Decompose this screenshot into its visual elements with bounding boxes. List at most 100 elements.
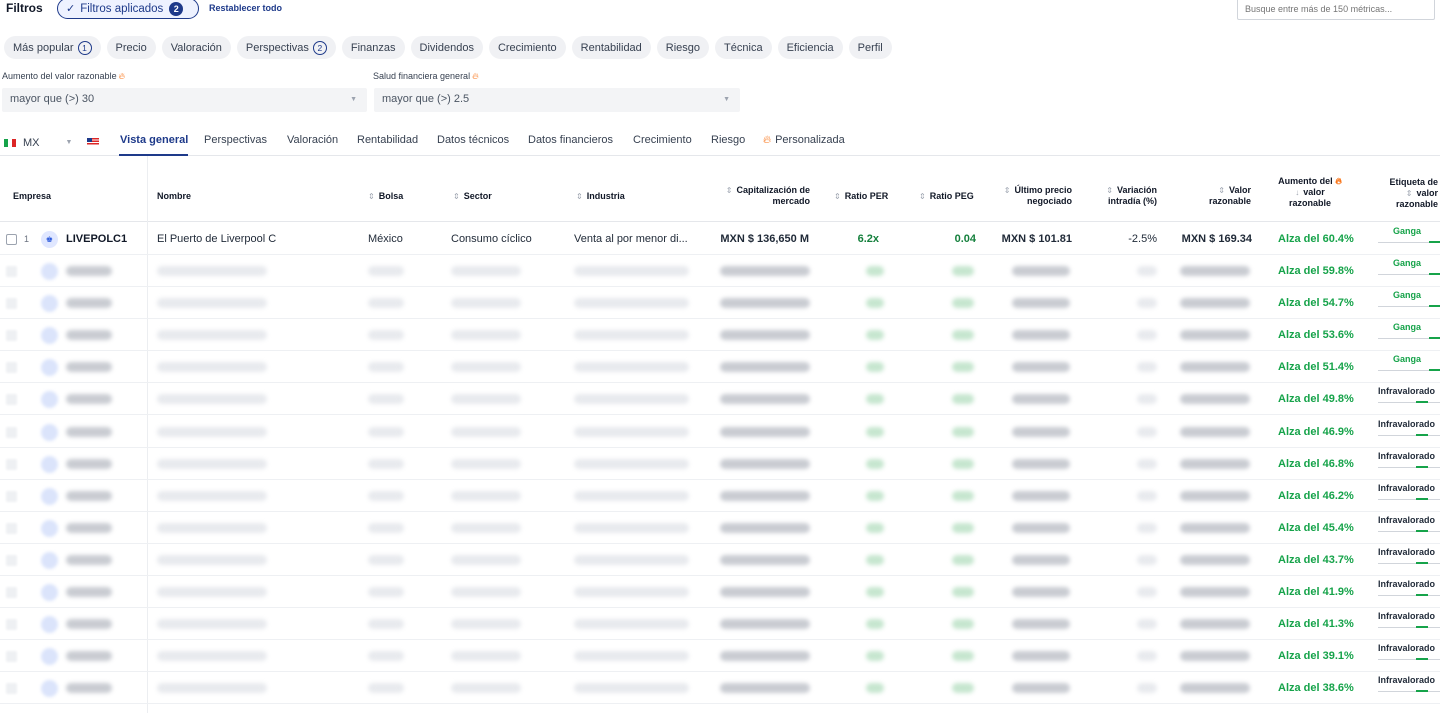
fair-value-upside-select[interactable]: mayor que (>) 30 ▼ bbox=[2, 88, 367, 112]
col-etiqueta-valor[interactable]: Etiqueta de ⇕ valor razonable bbox=[1372, 177, 1438, 210]
col-empresa[interactable]: Empresa bbox=[13, 191, 51, 202]
row-checkbox[interactable] bbox=[6, 298, 17, 310]
blurred-cell bbox=[720, 554, 810, 565]
row-checkbox[interactable] bbox=[6, 619, 17, 631]
blurred-cell bbox=[720, 394, 810, 405]
applied-filters-button[interactable]: ✓ Filtros aplicados 2 bbox=[57, 0, 199, 19]
blurred-cell bbox=[368, 330, 404, 341]
row-checkbox[interactable] bbox=[6, 362, 17, 374]
sort-icon: ⇕ bbox=[1405, 189, 1413, 198]
fair-value-meter bbox=[1378, 465, 1440, 468]
blurred-cell bbox=[1180, 298, 1250, 309]
col-bolsa[interactable]: ⇕ Bolsa bbox=[368, 191, 403, 202]
col-industria[interactable]: ⇕ Industria bbox=[576, 191, 625, 202]
chip-técnica[interactable]: Técnica bbox=[715, 36, 772, 59]
country-select[interactable]: MX ▼ bbox=[4, 133, 76, 152]
row-checkbox[interactable] bbox=[6, 426, 17, 438]
sort-icon: ⇕ bbox=[1218, 186, 1225, 195]
col-sector[interactable]: ⇕ Sector bbox=[453, 191, 492, 202]
row-checkbox[interactable] bbox=[6, 266, 17, 277]
row-checkbox[interactable] bbox=[6, 587, 17, 598]
row-checkbox[interactable] bbox=[6, 651, 17, 663]
chip-finanzas[interactable]: Finanzas bbox=[341, 36, 405, 59]
industry: Venta al por menor di... bbox=[574, 233, 688, 245]
table-row[interactable]: Alza del 43.7% Infravalorado bbox=[0, 544, 1440, 576]
blurred-cell bbox=[1012, 587, 1070, 597]
blurred-cell bbox=[574, 554, 689, 565]
col-valor-razonable[interactable]: ⇕ Valor razonable bbox=[1180, 185, 1251, 207]
reset-filters-link[interactable]: Restablecer todo bbox=[209, 3, 282, 13]
col-ultimo-precio[interactable]: ⇕ Último precio negociado bbox=[1000, 185, 1072, 207]
table-row[interactable]: Alza del 59.8% Ganga bbox=[0, 255, 1440, 287]
sort-icon: ⇕ bbox=[576, 192, 583, 201]
row-checkbox[interactable] bbox=[6, 394, 17, 406]
table-row[interactable]: Alza del 46.8% Infravalorado bbox=[0, 448, 1440, 480]
us-flag-icon[interactable] bbox=[87, 138, 99, 146]
table-row[interactable]: Alza del 53.6% Ganga bbox=[0, 319, 1440, 352]
table-row[interactable]: Alza del 49.8% Infravalorado bbox=[0, 383, 1440, 416]
fair-value-upside: Alza del 41.3% bbox=[1278, 618, 1354, 631]
col-ratio-per[interactable]: ⇕ Ratio PER bbox=[834, 191, 888, 202]
col-nombre[interactable]: Nombre bbox=[157, 191, 191, 202]
chevron-down-icon: ▼ bbox=[65, 139, 73, 146]
blurred-cell bbox=[952, 522, 974, 533]
row-checkbox[interactable] bbox=[6, 522, 17, 534]
row-checkbox[interactable] bbox=[6, 234, 17, 245]
blurred-cell bbox=[720, 619, 810, 630]
tab-perspectivas[interactable]: Perspectivas bbox=[204, 134, 267, 146]
tab-personalizada[interactable]: 🔥︎ Personalizada bbox=[763, 134, 845, 147]
chip-perspectivas[interactable]: Perspectivas 2 bbox=[236, 36, 336, 59]
blurred-cell bbox=[157, 554, 267, 565]
table-row[interactable]: Alza del 46.9% Infravalorado bbox=[0, 416, 1440, 448]
row-checkbox[interactable] bbox=[6, 330, 17, 342]
chip-riesgo[interactable]: Riesgo bbox=[656, 36, 710, 59]
tab-crecimiento[interactable]: Crecimiento bbox=[633, 134, 692, 146]
row-checkbox[interactable] bbox=[6, 458, 17, 470]
col-variacion[interactable]: ⇕ Variación intradía (%) bbox=[1094, 185, 1157, 207]
col-aumento-valor[interactable]: Aumento del 🔥︎ ↓ valor razonable bbox=[1262, 176, 1358, 209]
row-checkbox[interactable] bbox=[6, 490, 17, 502]
blurred-cell bbox=[451, 330, 521, 341]
blurred-cell bbox=[574, 683, 689, 694]
table-row[interactable]: Alza del 54.7% Ganga bbox=[0, 287, 1440, 320]
fair-value-label: Infravalorado bbox=[1378, 675, 1436, 686]
blurred-cell bbox=[1137, 554, 1157, 565]
row-checkbox[interactable] bbox=[6, 554, 17, 566]
table-row[interactable]: 1 ♚ LIVEPOLC1 El Puerto de Liverpool C M… bbox=[0, 223, 1440, 255]
chip-perfil[interactable]: Perfil bbox=[848, 36, 892, 59]
chip-precio[interactable]: Precio bbox=[106, 36, 156, 59]
tab-vista-general[interactable]: Vista general bbox=[120, 134, 188, 146]
table-row[interactable]: Alza del 38.6% Infravalorado bbox=[0, 672, 1440, 705]
col-capitalizacion[interactable]: ⇕ Capitalización de mercado bbox=[716, 185, 810, 207]
chip-más-popular[interactable]: Más popular 1 bbox=[4, 36, 101, 59]
financial-health-select[interactable]: mayor que (>) 2.5 ▼ bbox=[374, 88, 740, 112]
chip-crecimiento[interactable]: Crecimiento bbox=[488, 36, 566, 59]
chip-eficiencia[interactable]: Eficiencia bbox=[777, 36, 843, 59]
table-row[interactable]: Alza del 41.9% Infravalorado bbox=[0, 576, 1440, 608]
blurred-cell bbox=[1137, 362, 1157, 373]
chip-valoración[interactable]: Valoración bbox=[161, 36, 231, 59]
fair-value-label: Ganga bbox=[1393, 354, 1422, 365]
fair-value-meter bbox=[1378, 433, 1440, 436]
table-row[interactable]: Alza del 51.4% Ganga bbox=[0, 351, 1440, 384]
col-ratio-peg[interactable]: ⇕ Ratio PEG bbox=[919, 191, 974, 202]
table-row[interactable]: Alza del 41.3% Infravalorado bbox=[0, 608, 1440, 641]
tab-datos-financieros[interactable]: Datos financieros bbox=[528, 134, 613, 146]
per-ratio: 6.2x bbox=[857, 233, 879, 245]
tab-valoracion[interactable]: Valoración bbox=[287, 134, 338, 146]
chip-dividendos[interactable]: Dividendos bbox=[410, 36, 483, 59]
table-row[interactable]: Alza del 45.4% Infravalorado bbox=[0, 512, 1440, 544]
sort-icon: ⇕ bbox=[1106, 186, 1113, 195]
metric-search-input[interactable] bbox=[1237, 0, 1435, 20]
row-checkbox[interactable] bbox=[6, 683, 17, 695]
chevron-down-icon: ▼ bbox=[723, 96, 730, 103]
tab-datos-tecnicos[interactable]: Datos técnicos bbox=[437, 134, 509, 146]
fair-value-upside: Alza del 43.7% bbox=[1278, 553, 1354, 566]
table-row[interactable]: Alza del 39.1% Infravalorado bbox=[0, 640, 1440, 673]
tab-riesgo[interactable]: Riesgo bbox=[711, 134, 745, 146]
blurred-cell bbox=[368, 522, 404, 533]
ticker-link[interactable]: LIVEPOLC1 bbox=[66, 233, 127, 245]
tab-rentabilidad[interactable]: Rentabilidad bbox=[357, 134, 418, 146]
table-row[interactable]: Alza del 46.2% Infravalorado bbox=[0, 480, 1440, 512]
chip-rentabilidad[interactable]: Rentabilidad bbox=[571, 36, 651, 59]
